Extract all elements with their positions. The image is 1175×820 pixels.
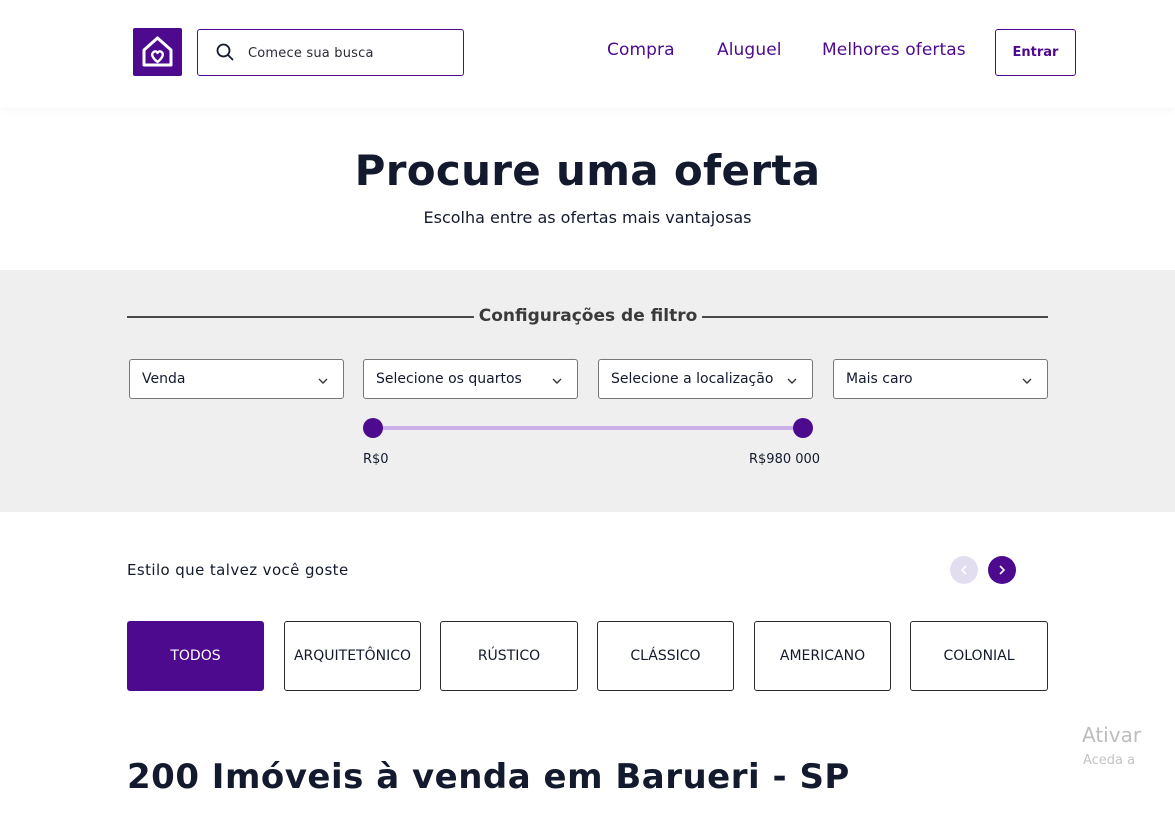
chevron-left-icon: [960, 565, 967, 575]
chip-label: AMERICANO: [779, 648, 866, 664]
transaction-type-select[interactable]: Venda: [129, 359, 344, 399]
divider-left: [127, 316, 474, 318]
chevron-down-icon: [551, 372, 563, 391]
chevron-down-icon: [1021, 372, 1033, 391]
chip-label: ARQUITETÔNICO: [293, 648, 412, 664]
style-chip-todos[interactable]: TODOS: [127, 621, 264, 691]
chevron-down-icon: [786, 372, 798, 391]
select-value: Mais caro: [846, 371, 913, 387]
style-chip-classico[interactable]: CLÁSSICO: [597, 621, 734, 691]
activation-watermark-subtitle: Aceda a: [1083, 753, 1136, 768]
sort-select[interactable]: Mais caro: [833, 359, 1048, 399]
style-chip-rustico[interactable]: RÚSTICO: [440, 621, 578, 691]
listing-results-title: 200 Imóveis à venda em Barueri - SP: [127, 757, 850, 797]
page-title: Procure uma oferta: [354, 146, 821, 195]
nav-aluguel-link[interactable]: Aluguel: [717, 40, 782, 60]
search-input[interactable]: [248, 42, 453, 64]
search-box[interactable]: [197, 29, 464, 76]
price-max-label: R$980 000: [749, 452, 821, 467]
house-heart-icon[interactable]: [133, 28, 182, 76]
login-button[interactable]: Entrar: [995, 29, 1076, 76]
style-chip-arquitetonico[interactable]: ARQUITETÔNICO: [284, 621, 421, 691]
location-select[interactable]: Selecione a localização: [598, 359, 813, 399]
style-chip-colonial[interactable]: COLONIAL: [910, 621, 1048, 691]
page-subtitle: Escolha entre as ofertas mais vantajosas: [423, 208, 752, 227]
styles-section-label: Estilo que talvez você goste: [127, 561, 349, 579]
top-header: Compra Aluguel Melhores ofertas Entrar: [0, 0, 1175, 108]
nav-melhores-ofertas-link[interactable]: Melhores ofertas: [822, 40, 966, 60]
activation-watermark-title: Ativar: [1082, 723, 1142, 747]
price-range-track[interactable]: [373, 426, 802, 430]
search-icon: [216, 43, 234, 65]
divider-right: [702, 316, 1048, 318]
price-min-handle[interactable]: [363, 418, 383, 438]
filter-panel: Configurações de filtro Venda Selecione …: [0, 270, 1175, 512]
style-chip-americano[interactable]: AMERICANO: [754, 621, 891, 691]
chip-label: COLONIAL: [943, 648, 1015, 664]
chevron-right-icon: [999, 565, 1006, 575]
chip-label: CLÁSSICO: [630, 648, 701, 664]
chevron-down-icon: [317, 372, 329, 391]
filter-section-title: Configurações de filtro: [478, 306, 698, 326]
chip-label: TODOS: [170, 648, 221, 664]
nav-compra-link[interactable]: Compra: [607, 40, 675, 60]
select-value: Venda: [142, 371, 186, 387]
price-max-handle[interactable]: [793, 418, 813, 438]
rooms-select[interactable]: Selecione os quartos: [363, 359, 578, 399]
chip-label: RÚSTICO: [477, 648, 541, 664]
carousel-next-button[interactable]: [988, 556, 1016, 584]
carousel-prev-button[interactable]: [950, 556, 978, 584]
price-min-label: R$0: [363, 452, 389, 467]
select-value: Selecione os quartos: [376, 371, 522, 387]
select-value: Selecione a localização: [611, 371, 774, 387]
